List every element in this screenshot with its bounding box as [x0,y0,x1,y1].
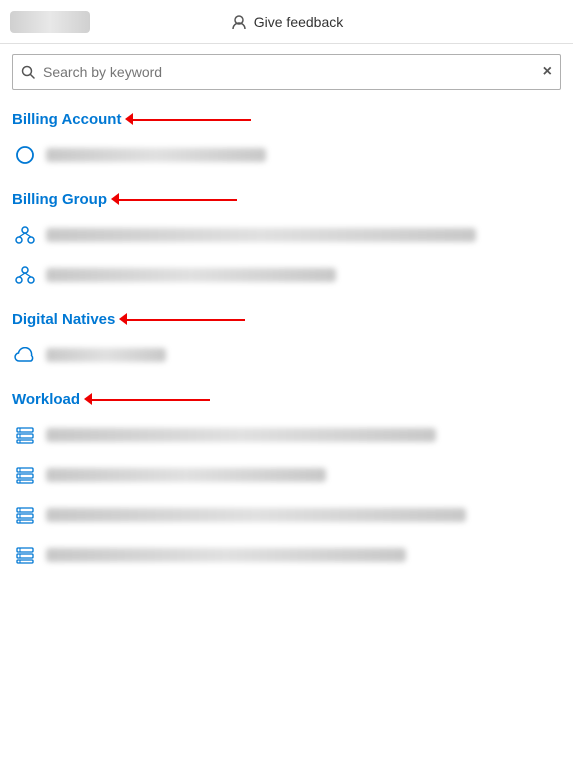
billing-account-title: Billing Account [12,111,121,128]
search-clear-button[interactable]: × [543,63,552,81]
digital-natives-arrow [125,308,245,330]
digital-natives-title: Digital Natives [12,311,115,328]
give-feedback-label: Give feedback [254,14,344,30]
item-label [46,148,266,162]
item-label [46,228,476,242]
avatar [10,11,90,33]
item-label [46,548,406,562]
workload-section-header: Workload [12,388,561,410]
billing-group-title: Billing Group [12,191,107,208]
billing-account-section-header: Billing Account [12,108,561,130]
feedback-icon [230,13,248,31]
stack-icon [14,544,36,566]
list-item[interactable] [12,460,561,490]
list-item[interactable] [12,220,561,250]
stack-icon [14,464,36,486]
nodes-icon [14,264,36,286]
search-icon [21,65,35,79]
stack-icon [14,424,36,446]
list-item[interactable] [12,340,561,370]
item-label [46,468,326,482]
list-item[interactable] [12,140,561,170]
search-bar: × [12,54,561,90]
workload-arrow [90,388,210,410]
billing-account-arrow [131,108,251,130]
item-label [46,268,336,282]
circle-icon [14,144,36,166]
list-item[interactable] [12,540,561,570]
billing-group-section-header: Billing Group [12,188,561,210]
cloud-icon [14,344,36,366]
list-item[interactable] [12,500,561,530]
list-item[interactable] [12,260,561,290]
nodes-icon [14,224,36,246]
stack-icon [14,504,36,526]
digital-natives-section-header: Digital Natives [12,308,561,330]
give-feedback-button[interactable]: Give feedback [230,13,344,31]
item-label [46,348,166,362]
item-label [46,428,436,442]
item-label [46,508,466,522]
billing-group-arrow [117,188,237,210]
header: Give feedback [0,0,573,44]
main-content: Billing Account Billing Group [0,108,573,570]
list-item[interactable] [12,420,561,450]
search-input[interactable] [43,64,543,80]
workload-title: Workload [12,391,80,408]
